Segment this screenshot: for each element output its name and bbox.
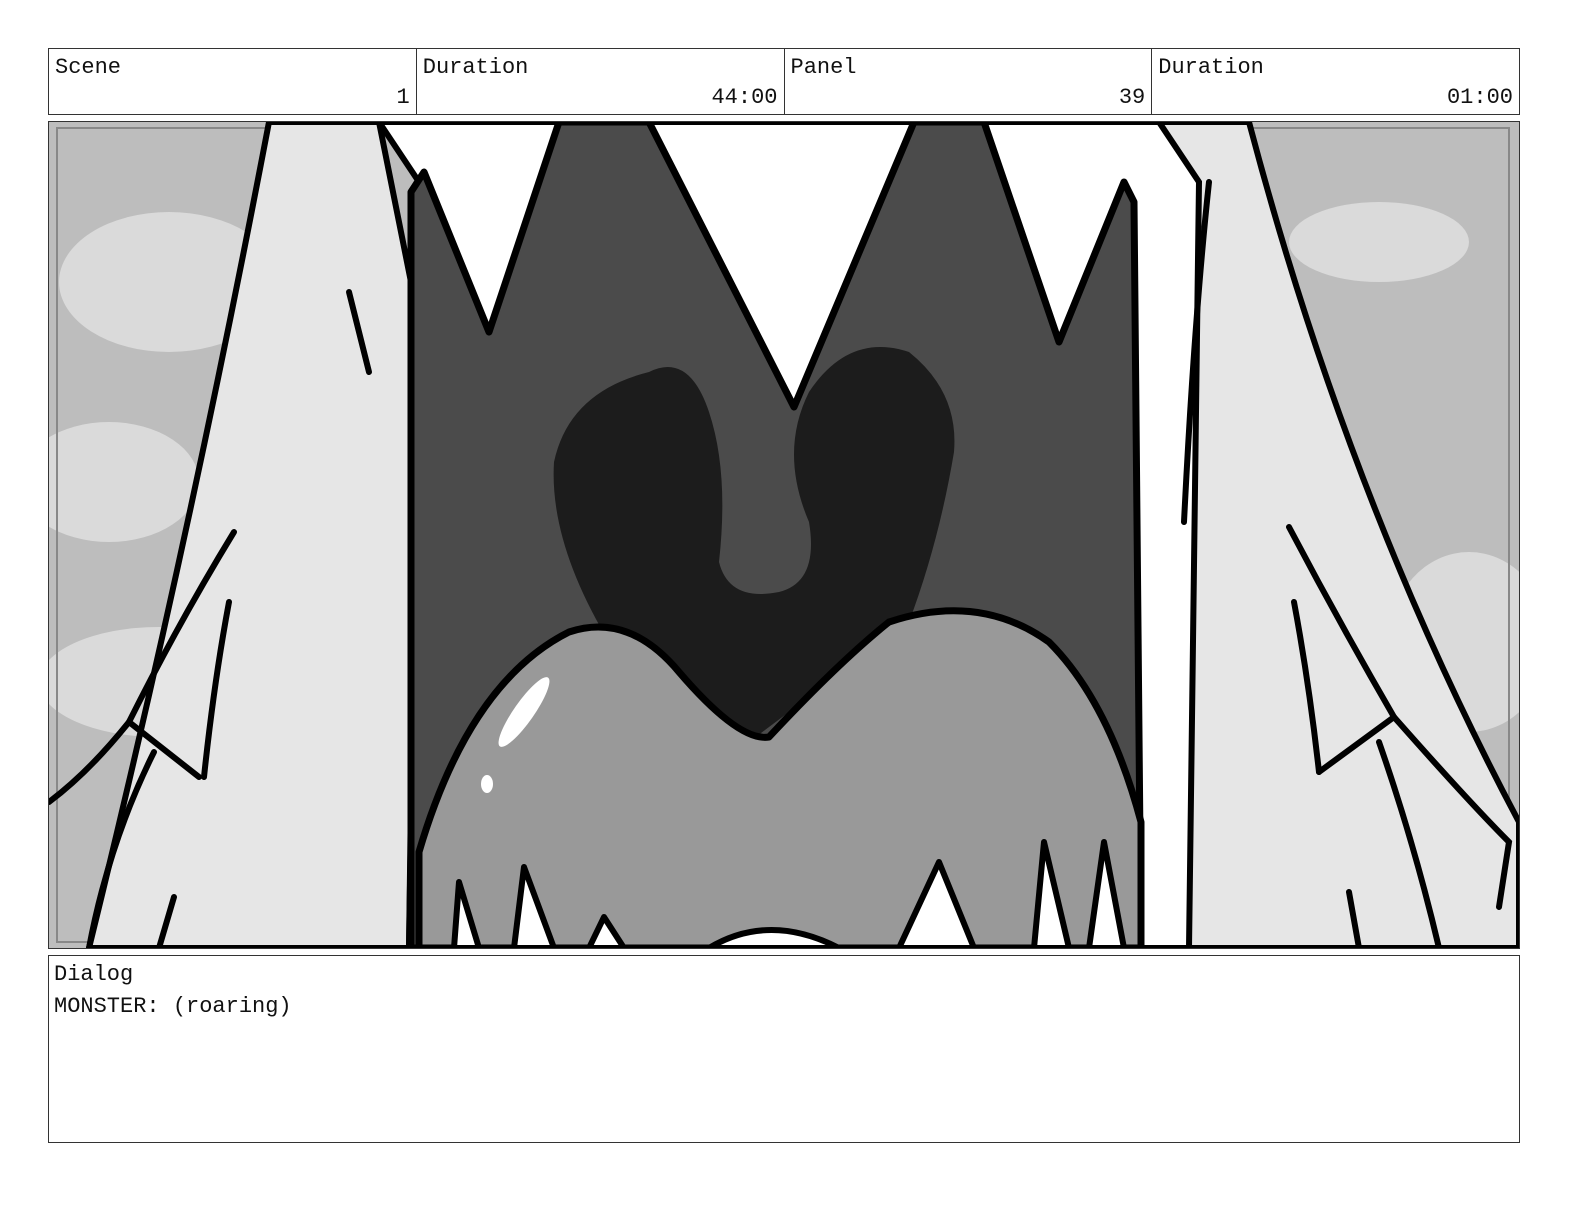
panel-duration-label: Duration xyxy=(1158,55,1264,80)
scene-duration-label: Duration xyxy=(422,55,529,80)
panel-duration-cell: Duration 01:00 xyxy=(1152,49,1519,114)
scene-label: Scene xyxy=(55,55,122,80)
scene-duration-cell: Duration 44:00 xyxy=(417,49,785,114)
monster-mouth-drawing xyxy=(49,122,1519,948)
panel-label: Panel xyxy=(790,55,857,80)
scene-cell: Scene 1 xyxy=(49,49,417,114)
dialog-label: Dialog xyxy=(54,962,134,987)
panel-value: 39 xyxy=(1118,85,1146,110)
panel-duration-value: 01:00 xyxy=(1446,85,1513,110)
dialog-box: Dialog MONSTER: (roaring) xyxy=(48,955,1520,1143)
storyboard-panel-image xyxy=(48,121,1520,949)
scene-duration-value: 44:00 xyxy=(711,85,778,110)
storyboard-header: Scene 1 Duration 44:00 Panel 39 Duration… xyxy=(48,48,1520,115)
scene-value: 1 xyxy=(396,85,410,110)
tongue-highlight-small xyxy=(481,775,493,793)
panel-cell: Panel 39 xyxy=(785,49,1153,114)
dialog-text: MONSTER: (roaring) xyxy=(54,994,292,1019)
